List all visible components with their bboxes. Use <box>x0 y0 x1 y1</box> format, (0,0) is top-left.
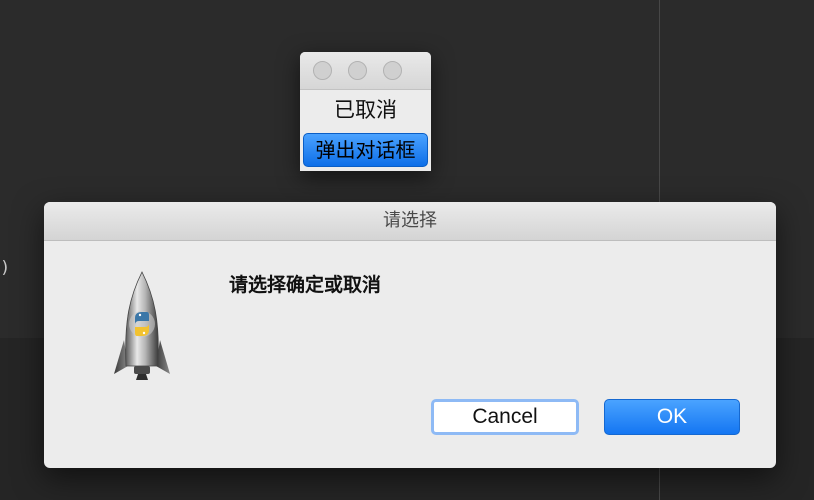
python-launcher-rocket-icon <box>114 271 170 380</box>
dialog-title[interactable]: 请选择 <box>44 202 776 241</box>
background-code-text: ) <box>0 258 11 278</box>
dialog-message: 请选择确定或取消 <box>229 274 382 296</box>
zoom-window-icon[interactable] <box>383 61 402 80</box>
ok-button[interactable]: OK <box>604 399 740 435</box>
minimize-window-icon[interactable] <box>348 61 367 80</box>
root-window-titlebar[interactable] <box>300 52 431 90</box>
close-window-icon[interactable] <box>313 61 332 80</box>
confirm-dialog: 请选择 请选择确定或取消 Cancel OK <box>44 202 776 468</box>
desktop: ) 已取消 弹出对话框 请选择 请选择确定或取消 Cancel OK <box>0 0 814 500</box>
root-window: 已取消 弹出对话框 <box>300 52 431 171</box>
status-label: 已取消 <box>334 98 397 122</box>
show-dialog-button[interactable]: 弹出对话框 <box>303 133 428 167</box>
cancel-button[interactable]: Cancel <box>431 399 579 435</box>
